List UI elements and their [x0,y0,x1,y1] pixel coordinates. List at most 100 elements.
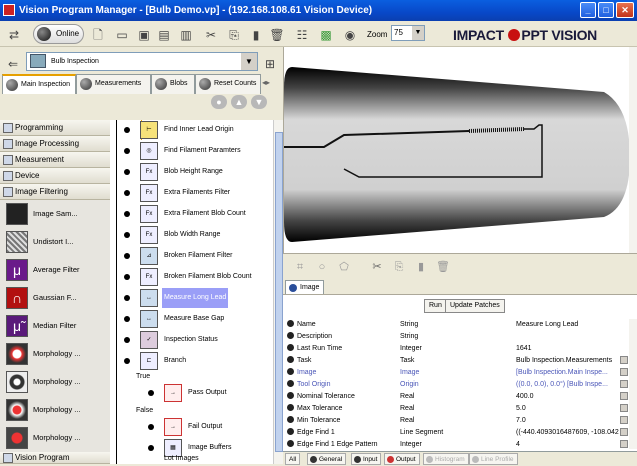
property-value[interactable]: Measure Long Lead [516,320,620,330]
crop-icon[interactable]: ⌗ [291,258,309,276]
property-value[interactable]: 400.0 [516,392,620,402]
property-value[interactable]: 7.0 [516,416,620,426]
image-icon[interactable]: ▩ [316,24,336,44]
tool-morphology-4[interactable]: Morphology ... [0,424,110,452]
property-scrollbar[interactable] [629,319,637,449]
connect-icon[interactable]: ⇄ [4,24,24,44]
property-row[interactable]: Min Tolerance Real 7.0 [283,416,629,426]
paste-icon[interactable]: ▮ [412,258,430,276]
tree-bullet [124,358,130,364]
category-device[interactable]: Device [0,168,110,184]
new-file-icon[interactable]: 🗋 [88,24,108,44]
paste-icon[interactable]: ▮ [246,24,266,44]
category-measurement[interactable]: Measurement [0,152,110,168]
update-patches-button[interactable]: Update Patches [445,299,505,313]
property-row[interactable]: Max Tolerance Real 5.0 [283,404,629,414]
record-icon[interactable]: ● [211,95,227,109]
delete-icon[interactable]: 🗑 [434,258,452,276]
tool-image-sample[interactable]: Image Sam... [0,200,110,228]
property-value[interactable]: 5.0 [516,404,620,414]
tree-node-label: Measure Long Lead [162,288,229,308]
open-folder-icon[interactable]: ▭ [112,24,132,44]
tree-node-label: Find Filament Paramters [164,147,241,154]
property-value[interactable]: 4 [516,440,620,450]
tab-line-profile[interactable]: Line Profile [469,453,518,465]
tree-bullet [124,337,130,343]
property-row[interactable]: Tool Origin Origin ((0.0, 0.0), 0.0°) [Bul… [283,380,629,390]
chevron-up-icon[interactable]: ▲ [231,95,247,109]
tool-morphology-2[interactable]: Morphology ... [0,368,110,396]
save-all-icon[interactable]: ▥ [176,24,196,44]
tab-measurements[interactable]: Measurements [76,74,151,94]
tool-average-filter[interactable]: μ Average Filter [0,256,110,284]
run-button[interactable]: Run [424,299,447,313]
tab-all[interactable]: All [285,453,301,465]
tab-input[interactable]: Input [351,453,382,465]
window-icon[interactable]: ▣ [134,24,154,44]
property-row[interactable]: Last Run Time Integer 1641 [283,344,629,354]
property-row[interactable]: Task Task Bulb Inspection.Measurements [283,356,629,366]
property-edit-button[interactable] [620,440,628,448]
polygon-icon[interactable]: ⬠ [335,258,353,276]
circle-icon[interactable]: ○ [313,258,331,276]
properties-icon[interactable]: ☷ [292,24,312,44]
property-row[interactable]: Edge Find 1 Line Segment ((-440.4093016487… [283,428,629,438]
property-value[interactable]: [Bulb Inspection.Main Inspe... [516,368,620,378]
property-edit-button[interactable] [620,356,628,364]
maximize-button[interactable]: □ [598,2,614,18]
property-row[interactable]: Edge Find 1 Edge Pattern Integer 4 [283,440,629,450]
close-button[interactable]: ✕ [616,2,634,18]
tab-scroll-arrows[interactable]: ◂▸ [262,78,270,87]
tab-reset-counts[interactable]: Reset Counts [195,74,261,94]
back-icon[interactable]: ⇐ [3,53,23,73]
tab-blobs[interactable]: Blobs [151,74,195,94]
cut-icon[interactable]: ✂ [368,258,386,276]
tool-morphology-1[interactable]: Morphology ... [0,340,110,368]
property-value[interactable]: ((-440.4093016487609, -108.042 [516,428,620,438]
add-inspection-icon[interactable]: ⊞ [260,53,280,73]
image-view[interactable] [283,47,630,253]
program-tree: ⊢ Find Inner Lead Origin ◎ Find Filament P… [110,120,273,464]
delete-icon[interactable]: 🗑 [267,24,287,44]
property-edit-button[interactable] [620,428,628,436]
inspection-select[interactable]: Bulb Inspection ▼ [26,52,258,71]
chevron-down-icon[interactable]: ▼ [251,95,267,109]
tab-main-inspection[interactable]: Main Inspection [2,74,76,94]
property-edit-button[interactable] [620,380,628,388]
online-button[interactable]: Online [33,24,85,44]
property-row[interactable]: Description String [283,332,629,342]
property-value[interactable]: Bulb Inspection.Measurements [516,356,620,366]
tab-histogram[interactable]: Histogram [423,453,469,465]
save-icon[interactable]: ▤ [154,24,174,44]
property-row[interactable]: Image Image [Bulb Inspection.Main Inspe... [283,368,629,378]
category-vision-program[interactable]: Vision Program [0,452,110,464]
property-row[interactable]: Name String Measure Long Lead [283,320,629,330]
category-programming[interactable]: Programming [0,120,110,136]
copy-icon[interactable]: ⎘ [390,258,408,276]
tab-image[interactable]: Image [285,280,325,294]
property-edit-button[interactable] [620,404,628,412]
property-value[interactable]: ((0.0, 0.0), 0.0°) [Bulb Inspe... [516,380,620,390]
ppt-logo-icon [508,29,521,41]
copy-icon[interactable]: ⎘ [224,24,244,44]
tool-gaussian-filter[interactable]: ∩ Gaussian F... [0,284,110,312]
tab-output[interactable]: Output [384,453,420,465]
tab-general[interactable]: General [307,453,347,465]
image-scrollbar[interactable] [629,47,637,253]
category-image-processing[interactable]: Image Processing [0,136,110,152]
tool-morphology-3[interactable]: Morphology ... [0,396,110,424]
tool-undistort[interactable]: Undistort I... [0,228,110,256]
zoom-select[interactable]: 75 ▼ [391,25,425,41]
cut-icon[interactable]: ✂ [201,24,221,44]
property-edit-button[interactable] [620,416,628,424]
tool-median-filter[interactable]: μ̃ Median Filter [0,312,110,340]
property-edit-button[interactable] [620,392,628,400]
minimize-button[interactable]: _ [580,2,596,18]
property-edit-button[interactable] [620,368,628,376]
scroll-thumb[interactable] [275,132,283,452]
category-image-filtering[interactable]: Image Filtering [0,184,110,200]
property-value[interactable]: 1641 [516,344,620,354]
property-row[interactable]: Nominal Tolerance Real 400.0 [283,392,629,402]
tree-scrollbar[interactable] [273,120,283,464]
camera-icon[interactable]: ◉ [340,24,360,44]
